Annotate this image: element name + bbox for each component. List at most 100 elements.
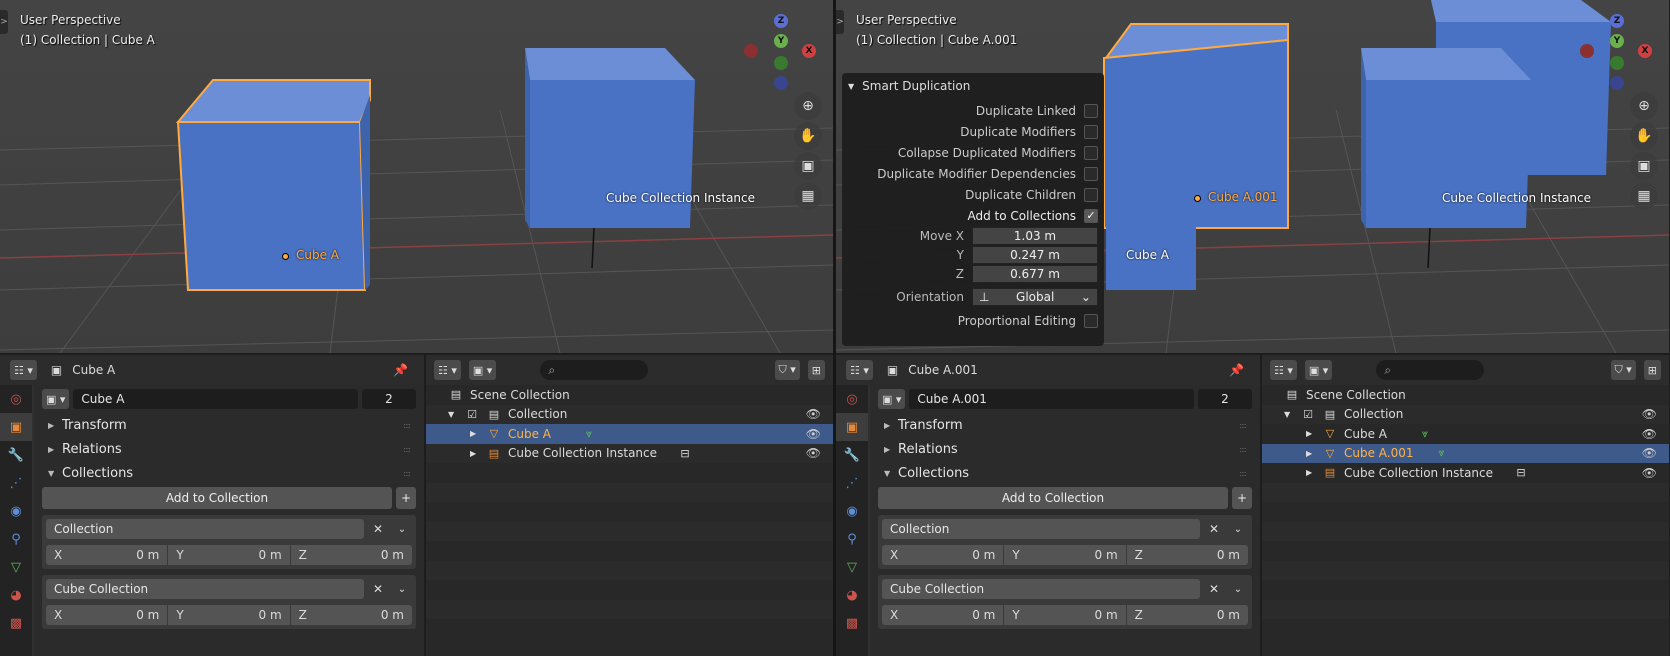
offset-y-field[interactable]: Y 0 m: [168, 545, 291, 565]
collection-menu-chevron-icon[interactable]: ⌄: [392, 524, 412, 535]
proportional-editing-option[interactable]: Proportional Editing: [848, 310, 1098, 331]
outliner-row[interactable]: ▶ ▤ Cube Collection Instance ⊟ 👁: [426, 443, 833, 463]
mesh-data-icon[interactable]: ⩔: [581, 427, 597, 441]
particles-icon[interactable]: ⋰: [0, 469, 32, 497]
outliner-row[interactable]: ▶ ▽ Cube A ⩔ 👁: [1262, 424, 1669, 444]
offset-y-field[interactable]: Y 0 m: [1004, 605, 1127, 625]
mesh-data-icon[interactable]: ▽: [836, 553, 868, 581]
collection-name-field[interactable]: Collection: [46, 519, 364, 539]
filter-icon[interactable]: ⛉ ▾: [774, 360, 800, 380]
pin-icon[interactable]: 📌: [393, 363, 408, 377]
outliner-row[interactable]: ▼ ☑ ▤ Collection 👁: [426, 404, 833, 424]
add-to-collection-button[interactable]: Add to Collection: [878, 487, 1228, 509]
physics-icon[interactable]: ◉: [836, 497, 868, 525]
offset-z-field[interactable]: Z 0 m: [290, 605, 412, 625]
collection-name-field[interactable]: Collection: [882, 519, 1200, 539]
checkbox[interactable]: [1084, 187, 1098, 202]
users-count[interactable]: 2: [1198, 389, 1252, 409]
visibility-eye-icon[interactable]: 👁: [1642, 446, 1657, 460]
add-to-collection-button[interactable]: Add to Collection: [42, 487, 392, 509]
duplicate-modifiers-option[interactable]: Duplicate Modifiers: [848, 121, 1098, 142]
expand-arrow-icon[interactable]: ▼: [448, 410, 464, 419]
move-x-field[interactable]: Move X 1.03 m: [848, 226, 1098, 245]
data-browse-button[interactable]: ▣ ▾: [42, 389, 70, 409]
constraints-icon[interactable]: ⚲: [836, 525, 868, 553]
texture-icon[interactable]: ▩: [0, 609, 32, 637]
checkbox[interactable]: [1084, 166, 1098, 181]
grid-perspective-icon[interactable]: ▦: [1630, 182, 1658, 210]
new-collection-icon[interactable]: ⊞: [1643, 360, 1661, 380]
collection-menu-chevron-icon[interactable]: ⌄: [1228, 584, 1248, 595]
editor-type-button[interactable]: ☷ ▾: [434, 360, 461, 380]
offset-z-field[interactable]: Z 0 m: [1126, 545, 1248, 565]
area-divider[interactable]: [833, 0, 836, 656]
object-tab-icon[interactable]: ▣: [0, 413, 32, 441]
move-y-value[interactable]: 0.247 m: [972, 245, 1098, 264]
offset-y-field[interactable]: Y 0 m: [168, 605, 291, 625]
modifier-wrench-icon[interactable]: 🔧: [836, 441, 868, 469]
object-tab-icon[interactable]: ▣: [836, 413, 868, 441]
camera-icon[interactable]: ▣: [794, 152, 822, 180]
collections-panel-header[interactable]: ▼ Collections::::: [878, 461, 1252, 485]
particles-icon[interactable]: ⋰: [836, 469, 868, 497]
visibility-eye-icon[interactable]: 👁: [1642, 427, 1657, 441]
material-icon[interactable]: ◕: [0, 581, 32, 609]
gizmo-neg-x-axis[interactable]: [1580, 44, 1594, 58]
checkbox-icon[interactable]: ☑: [1300, 407, 1316, 421]
camera-icon[interactable]: ▣: [1630, 152, 1658, 180]
pan-hand-icon[interactable]: ✋: [794, 122, 822, 150]
visibility-eye-icon[interactable]: 👁: [806, 407, 821, 421]
gizmo-neg-z-axis[interactable]: [1610, 76, 1624, 90]
duplicate-children-option[interactable]: Duplicate Children: [848, 184, 1098, 205]
offset-x-field[interactable]: X 0 m: [882, 605, 1005, 625]
visibility-eye-icon[interactable]: 👁: [1642, 466, 1657, 480]
zoom-icon[interactable]: ⊕: [1630, 92, 1658, 120]
zoom-icon[interactable]: ⊕: [794, 92, 822, 120]
scene-tab-icon[interactable]: ◎: [0, 385, 32, 413]
viewport-3d[interactable]: > User Perspective (1) Collection | Cube…: [836, 0, 1669, 353]
editor-type-button[interactable]: ☷ ▾: [10, 360, 37, 380]
remove-collection-icon[interactable]: ✕: [1204, 522, 1224, 536]
collection-name-field[interactable]: Cube Collection: [46, 579, 364, 599]
expand-arrow-icon[interactable]: ▶: [1306, 429, 1322, 438]
checkbox-checked-icon[interactable]: ✓: [1084, 208, 1098, 223]
gizmo-y-axis[interactable]: Y: [1610, 34, 1624, 48]
object-name-field[interactable]: Cube A: [73, 389, 358, 409]
outliner-row[interactable]: ▤ Scene Collection: [1262, 385, 1669, 405]
data-browse-button[interactable]: ▣ ▾: [878, 389, 906, 409]
relations-panel-header[interactable]: ▶ Relations::::: [878, 437, 1252, 461]
offset-z-field[interactable]: Z 0 m: [1126, 605, 1248, 625]
orientation-dropdown[interactable]: ⊥ Global ⌄: [972, 287, 1098, 306]
move-y-field[interactable]: Y 0.247 m: [848, 245, 1098, 264]
material-icon[interactable]: ◕: [836, 581, 868, 609]
editor-type-button[interactable]: ☷ ▾: [1270, 360, 1297, 380]
expand-arrow-icon[interactable]: ▶: [470, 449, 486, 458]
add-collection-plus-icon[interactable]: +: [1232, 487, 1252, 509]
checkbox[interactable]: [1084, 145, 1098, 160]
gizmo-x-axis[interactable]: X: [1638, 44, 1652, 58]
move-x-value[interactable]: 1.03 m: [972, 226, 1098, 245]
gizmo-neg-z-axis[interactable]: [774, 76, 788, 90]
search-input[interactable]: ⌕: [540, 360, 649, 380]
offset-x-field[interactable]: X 0 m: [46, 605, 169, 625]
grid-perspective-icon[interactable]: ▦: [794, 182, 822, 210]
duplicate-linked-option[interactable]: Duplicate Linked: [848, 100, 1098, 121]
mesh-data-icon[interactable]: ⩔: [1434, 446, 1450, 460]
move-z-field[interactable]: Z 0.677 m: [848, 264, 1098, 283]
gizmo-neg-y-axis[interactable]: [774, 56, 788, 70]
physics-icon[interactable]: ◉: [0, 497, 32, 525]
remove-collection-icon[interactable]: ✕: [1204, 582, 1224, 596]
gizmo-y-axis[interactable]: Y: [774, 34, 788, 48]
expand-arrow-icon[interactable]: ▶: [470, 429, 486, 438]
redo-panel-header[interactable]: ▼ Smart Duplication: [848, 77, 1098, 95]
constraints-icon[interactable]: ⚲: [0, 525, 32, 553]
expand-arrow-icon[interactable]: ▶: [1306, 449, 1322, 458]
gizmo-z-axis[interactable]: Z: [1610, 14, 1624, 28]
gizmo-neg-x-axis[interactable]: [744, 44, 758, 58]
collection-menu-chevron-icon[interactable]: ⌄: [1228, 524, 1248, 535]
mesh-data-icon[interactable]: ⩔: [1417, 427, 1433, 441]
offset-x-field[interactable]: X 0 m: [46, 545, 169, 565]
editor-type-button[interactable]: ☷ ▾: [846, 360, 873, 380]
pan-hand-icon[interactable]: ✋: [1630, 122, 1658, 150]
display-mode-button[interactable]: ▣ ▾: [1304, 360, 1333, 380]
